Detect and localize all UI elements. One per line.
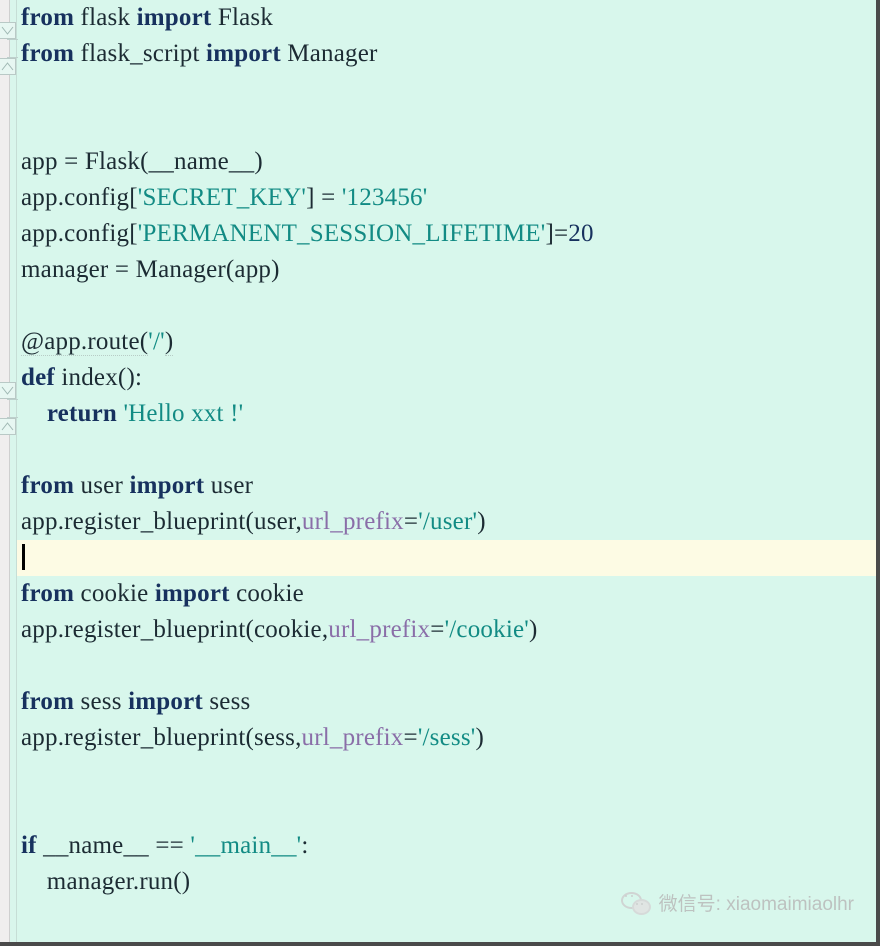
wechat-icon: [620, 891, 651, 915]
code-token: '__main__': [190, 832, 302, 859]
code-token: return: [46, 400, 124, 427]
code-token: app = Flask(__name__): [21, 148, 263, 175]
code-line[interactable]: if __name__ == '__main__':: [17, 828, 876, 864]
code-token: ): [477, 508, 486, 535]
code-token: flask: [80, 4, 137, 31]
code-token: Manager: [287, 40, 378, 67]
code-token: :: [301, 832, 309, 859]
code-token: import: [154, 580, 237, 607]
code-line[interactable]: from flask import Flask: [17, 0, 876, 36]
code-line[interactable]: [17, 540, 876, 576]
code-line[interactable]: return 'Hello xxt !': [17, 396, 876, 432]
code-token: =: [403, 724, 418, 751]
code-line[interactable]: from cookie import cookie: [17, 576, 876, 612]
code-token: import: [206, 40, 288, 67]
code-token: from: [21, 580, 81, 607]
code-token: '/user': [418, 508, 478, 535]
editor-gutter-fold-column[interactable]: [9, 0, 17, 942]
code-token: ] =: [306, 184, 342, 211]
code-token: =: [430, 616, 445, 643]
code-token: 20: [568, 220, 594, 247]
code-line[interactable]: app.config['PERMANENT_SESSION_LIFETIME']…: [17, 216, 876, 252]
code-token: manager.run(): [21, 868, 191, 895]
text-cursor: [22, 544, 25, 570]
code-token: cookie: [236, 580, 304, 607]
code-fold-marker[interactable]: [0, 382, 16, 399]
code-token: '123456': [341, 184, 428, 211]
fold-connector-line: [7, 57, 18, 58]
code-token: sess: [80, 688, 129, 715]
code-token: app.register_blueprint(user,: [21, 508, 302, 535]
code-token: user: [210, 472, 254, 499]
code-token: 'SECRET_KEY': [137, 184, 307, 211]
code-line[interactable]: @app.route('/'): [17, 324, 876, 360]
code-token: cookie: [80, 580, 155, 607]
code-token: '/sess': [417, 724, 476, 751]
code-token: 'PERMANENT_SESSION_LIFETIME': [137, 220, 546, 247]
fold-connector-line: [7, 399, 18, 400]
code-token: Flask: [217, 4, 274, 31]
code-token: index():: [61, 364, 143, 391]
code-token: __name__ ==: [43, 832, 191, 859]
code-line[interactable]: [17, 72, 876, 108]
code-token: url_prefix: [328, 616, 431, 643]
code-token: ): [528, 616, 538, 643]
code-token: app.register_blueprint(sess,: [21, 724, 302, 751]
code-line[interactable]: app.register_blueprint(cookie,url_prefix…: [17, 612, 876, 648]
editor-gutter[interactable]: [0, 0, 10, 942]
code-line[interactable]: from flask_script import Manager: [17, 36, 876, 72]
code-line[interactable]: from sess import sess: [17, 684, 876, 720]
code-editor-window: from flask import Flask from flask_script…: [0, 0, 880, 946]
code-line[interactable]: [17, 108, 876, 144]
code-token: def: [21, 364, 62, 391]
code-token: from: [21, 40, 81, 67]
code-line[interactable]: app.config['SECRET_KEY'] = '123456': [17, 180, 876, 216]
code-token: ): [164, 328, 174, 356]
code-token: import: [136, 4, 218, 31]
code-line[interactable]: app = Flask(__name__): [17, 144, 876, 180]
code-token: import: [129, 472, 211, 499]
code-line[interactable]: manager = Manager(app): [17, 252, 876, 288]
code-token: import: [128, 688, 210, 715]
wechat-watermark: 微信号: xiaomaimiaolhr: [620, 889, 854, 916]
code-token: user: [80, 472, 130, 499]
code-token: from: [21, 4, 81, 31]
code-token: sess: [209, 688, 251, 715]
code-line[interactable]: [17, 648, 876, 684]
code-line[interactable]: [17, 432, 876, 468]
code-fold-marker[interactable]: [0, 22, 16, 39]
code-token: from: [21, 472, 81, 499]
code-line[interactable]: [17, 792, 876, 828]
code-token: app.register_blueprint(cookie,: [21, 616, 329, 643]
code-token: app.config[: [21, 184, 138, 211]
watermark-text: 微信号: xiaomaimiaolhr: [658, 894, 854, 915]
code-token: flask_script: [80, 40, 207, 67]
code-token: manager = Manager(app): [21, 256, 280, 283]
code-token: if: [21, 832, 44, 859]
code-token: ]=: [545, 220, 569, 247]
code-line[interactable]: app.register_blueprint(user,url_prefix='…: [17, 504, 876, 540]
code-token: 'Hello xxt !': [123, 400, 244, 427]
code-token: '/': [148, 328, 165, 355]
code-token: url_prefix: [301, 724, 404, 751]
code-text-area[interactable]: from flask import Flask from flask_script…: [17, 0, 876, 942]
code-fold-marker[interactable]: [0, 58, 16, 75]
code-fold-marker[interactable]: [0, 418, 16, 435]
code-line[interactable]: app.register_blueprint(sess,url_prefix='…: [17, 720, 876, 756]
code-token: =: [403, 508, 419, 535]
code-token: app.config[: [21, 220, 138, 247]
code-token: ): [475, 724, 484, 751]
fold-connector-line: [7, 417, 18, 418]
code-line[interactable]: [17, 756, 876, 792]
code-token: url_prefix: [301, 508, 404, 535]
code-token: from: [21, 688, 81, 715]
code-token: @app.route(: [21, 328, 149, 356]
fold-connector-line: [7, 39, 18, 40]
code-line[interactable]: from user import user: [17, 468, 876, 504]
code-token: '/cookie': [444, 616, 529, 643]
code-line[interactable]: [17, 288, 876, 324]
code-line[interactable]: def index():: [17, 360, 876, 396]
